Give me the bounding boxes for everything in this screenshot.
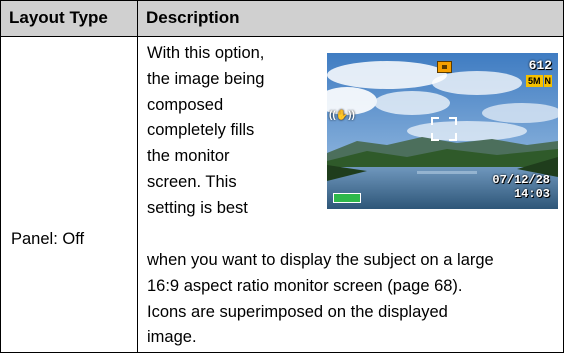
column-divider <box>137 1 138 352</box>
date-display: 07/12/28 <box>492 173 550 187</box>
description-line: screen. This <box>147 172 237 191</box>
image-size: 5M <box>525 75 543 87</box>
monitor-screen-image: 612 5M N ((✋)) 07/12/28 14:03 <box>327 53 558 209</box>
time-display: 14:03 <box>513 187 550 201</box>
battery-level-icon <box>333 193 361 203</box>
description-line: setting is best <box>147 198 248 217</box>
image-size-badge: 5M N <box>525 75 552 87</box>
description-line: composed <box>147 95 224 114</box>
description-line: With this option, <box>147 44 265 62</box>
focus-frame-icon <box>431 117 457 141</box>
anti-shake-hand-icon: ((✋)) <box>329 110 355 121</box>
remaining-shots: 612 <box>528 58 552 73</box>
layout-type-value: Panel: Off <box>11 230 85 248</box>
description-text-top: With this option, the image being compos… <box>147 41 312 222</box>
description-line: the image being <box>147 69 265 88</box>
description-text-bottom: when you want to display the subject on … <box>147 248 559 351</box>
recording-mode-icon <box>437 61 452 73</box>
header-description: Description <box>146 8 240 27</box>
description-line: when you want to display the subject on … <box>147 251 494 269</box>
description-line: the monitor <box>147 147 230 166</box>
description-line: image. <box>147 328 197 347</box>
image-quality: N <box>543 75 552 87</box>
description-line: 16:9 aspect ratio monitor screen (page 6… <box>147 276 463 295</box>
layout-table: Layout Type Description Panel: Off With … <box>0 0 564 353</box>
header-layout-type: Layout Type <box>9 8 108 27</box>
description-line: completely fills <box>147 121 255 140</box>
description-line: Icons are superimposed on the displayed <box>147 302 448 321</box>
